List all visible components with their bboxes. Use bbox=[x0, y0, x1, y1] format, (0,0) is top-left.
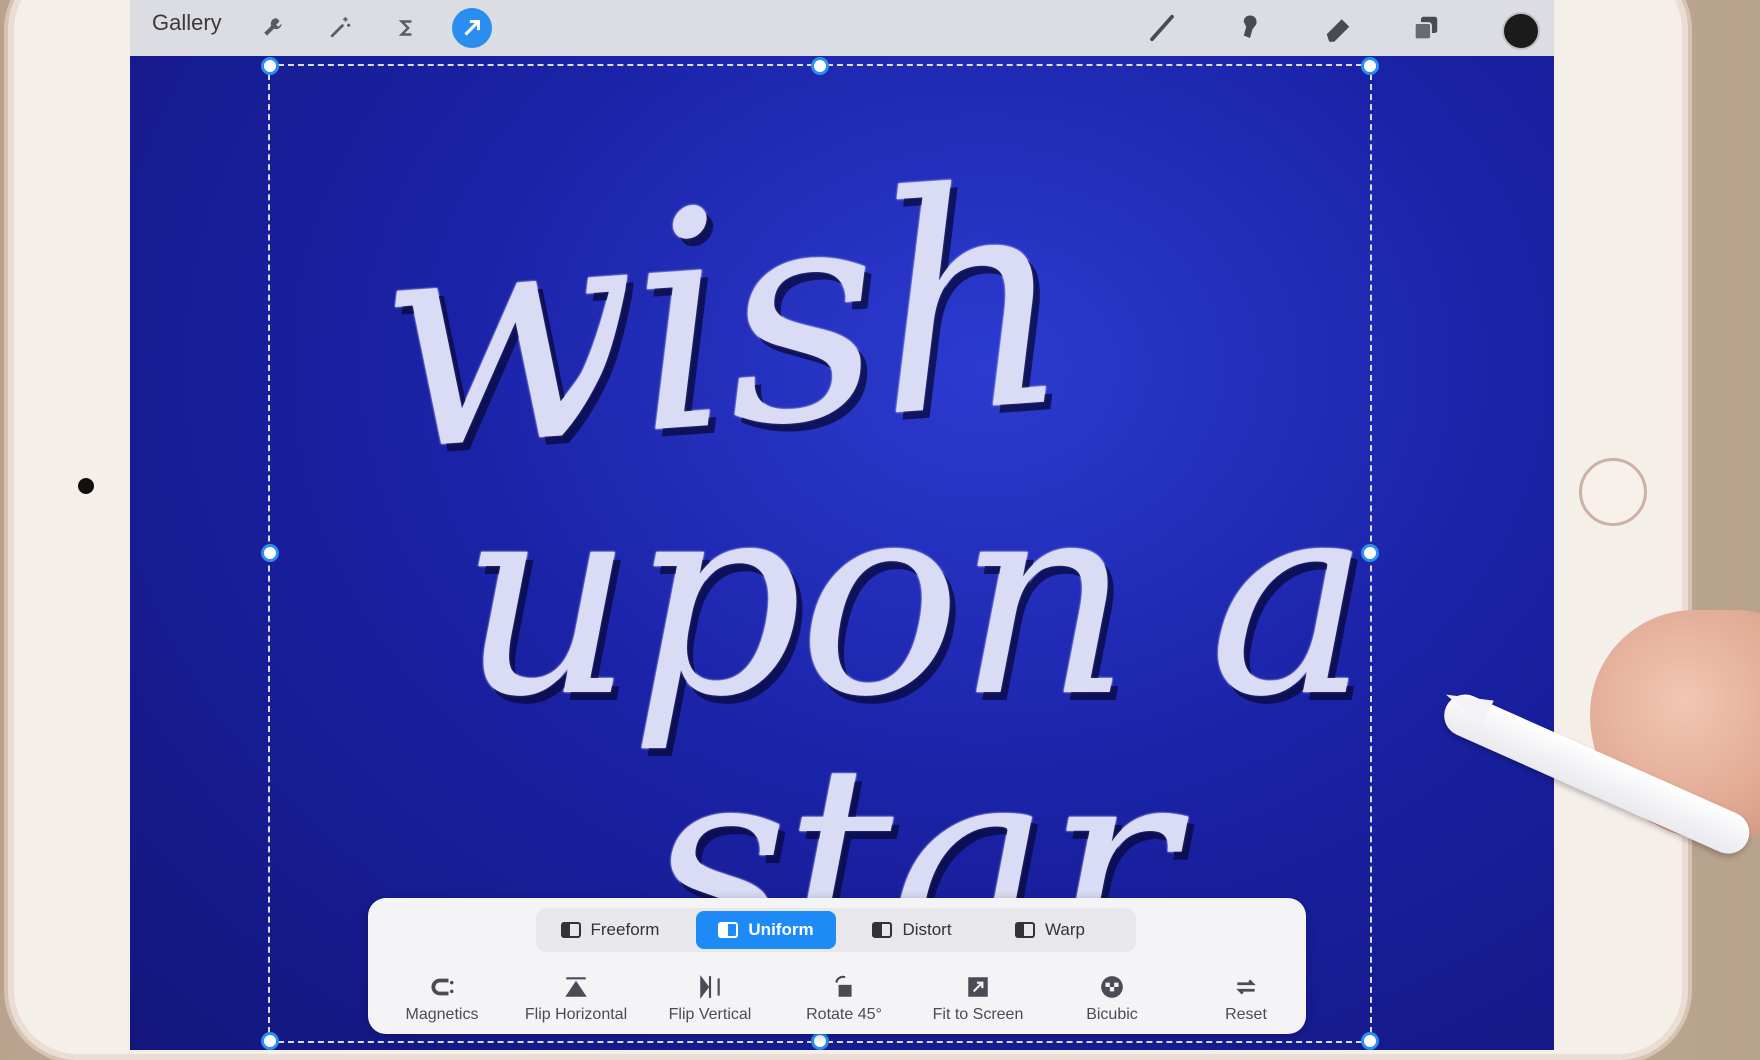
layers-icon[interactable] bbox=[1406, 8, 1446, 48]
reset-label: Reset bbox=[1225, 1006, 1267, 1023]
fit-screen-icon bbox=[965, 974, 991, 1000]
uniform-icon bbox=[718, 922, 739, 938]
distort-icon bbox=[872, 922, 893, 938]
flip-horizontal-button[interactable]: Flip Horizontal bbox=[516, 974, 636, 1024]
brush-icon[interactable] bbox=[1142, 8, 1182, 48]
handle-top-center[interactable] bbox=[811, 57, 829, 75]
home-button[interactable] bbox=[1579, 458, 1647, 526]
transform-mode-selector: Freeform Uniform Distort Warp bbox=[536, 908, 1136, 952]
mode-distort-label: Distort bbox=[902, 920, 952, 939]
top-toolbar: Gallery bbox=[130, 0, 1554, 56]
mode-uniform-label: Uniform bbox=[748, 920, 814, 939]
magnetics-button[interactable]: Magnetics bbox=[382, 974, 502, 1024]
bicubic-label: Bicubic bbox=[1086, 1006, 1138, 1023]
flip-vertical-icon bbox=[697, 974, 723, 1000]
transform-bounding-box[interactable] bbox=[261, 57, 1379, 1050]
reset-button[interactable]: Reset bbox=[1186, 974, 1306, 1024]
smudge-icon[interactable] bbox=[1230, 8, 1270, 48]
handle-top-right[interactable] bbox=[1361, 57, 1379, 75]
flip-vertical-label: Flip Vertical bbox=[668, 1006, 752, 1023]
flip-horizontal-icon bbox=[563, 974, 589, 1000]
bicubic-icon bbox=[1099, 974, 1125, 1000]
handle-top-left[interactable] bbox=[261, 57, 279, 75]
flip-horizontal-label: Flip Horizontal bbox=[524, 1006, 628, 1023]
fit-to-screen-button[interactable]: Fit to Screen bbox=[918, 974, 1038, 1024]
handle-middle-left[interactable] bbox=[261, 544, 279, 562]
bicubic-button[interactable]: Bicubic bbox=[1052, 974, 1172, 1024]
transform-panel: Freeform Uniform Distort Warp Magnetics … bbox=[368, 898, 1306, 1034]
app-screen: wish upon a star Gallery Freeform Unifor… bbox=[130, 0, 1554, 1050]
mode-uniform[interactable]: Uniform bbox=[696, 911, 836, 949]
wrench-icon[interactable] bbox=[254, 8, 294, 48]
freeform-icon bbox=[560, 922, 581, 938]
mode-warp-label: Warp bbox=[1045, 920, 1085, 939]
mode-freeform-label: Freeform bbox=[590, 920, 660, 939]
selection-s-icon[interactable] bbox=[386, 8, 426, 48]
flip-vertical-button[interactable]: Flip Vertical bbox=[650, 974, 770, 1024]
rotate-45-label: Rotate 45° bbox=[806, 1006, 882, 1023]
gallery-button[interactable]: Gallery bbox=[152, 10, 222, 36]
handle-bottom-center[interactable] bbox=[811, 1032, 829, 1050]
color-well[interactable] bbox=[1502, 12, 1540, 50]
reset-icon bbox=[1233, 974, 1259, 1000]
handle-middle-right[interactable] bbox=[1361, 544, 1379, 562]
mode-distort[interactable]: Distort bbox=[852, 911, 972, 949]
warp-icon bbox=[1015, 922, 1035, 938]
arrow-cursor-icon[interactable] bbox=[452, 8, 492, 48]
rotate-45-button[interactable]: Rotate 45° bbox=[784, 974, 904, 1024]
fit-to-screen-label: Fit to Screen bbox=[932, 1006, 1024, 1023]
front-camera bbox=[78, 478, 94, 494]
magnet-icon bbox=[429, 974, 455, 1000]
rotate-icon bbox=[831, 974, 857, 1000]
magnetics-label: Magnetics bbox=[405, 1006, 479, 1023]
mode-warp[interactable]: Warp bbox=[990, 911, 1110, 949]
eraser-icon[interactable] bbox=[1318, 8, 1358, 48]
magic-wand-icon[interactable] bbox=[320, 8, 360, 48]
handle-bottom-right[interactable] bbox=[1361, 1032, 1379, 1050]
handle-bottom-left[interactable] bbox=[261, 1032, 279, 1050]
mode-freeform[interactable]: Freeform bbox=[544, 911, 676, 949]
